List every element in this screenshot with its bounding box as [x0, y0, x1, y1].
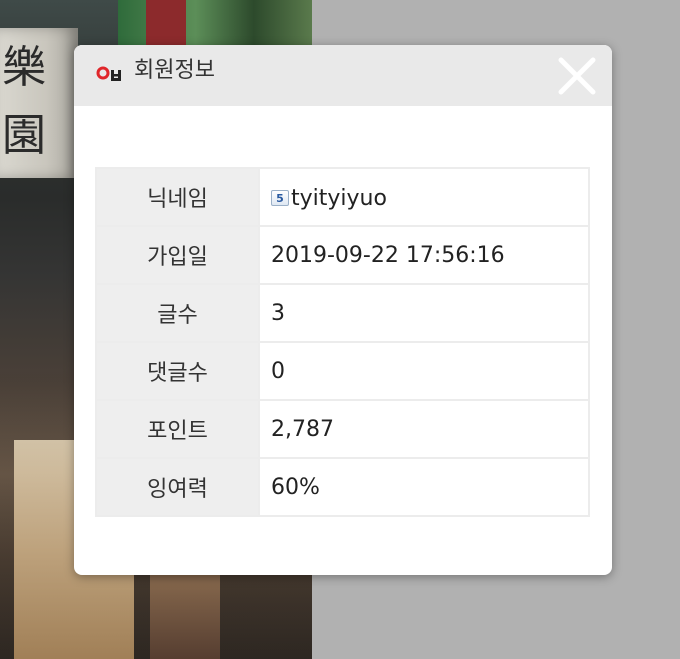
row-points: 포인트 2,787	[95, 399, 590, 459]
sign-glyph-2: 園	[2, 110, 46, 161]
join-date-value: 2019-09-22 17:56:16	[258, 225, 590, 285]
nickname-wrap[interactable]: 5 tyityiyuo	[271, 186, 387, 211]
join-date-label: 가입일	[95, 225, 260, 285]
row-post-count: 글수 3	[95, 283, 590, 343]
sign-glyph-1: 樂	[2, 42, 46, 93]
nickname-value[interactable]: tyityiyuo	[291, 186, 387, 211]
row-join-date: 가입일 2019-09-22 17:56:16	[95, 225, 590, 285]
row-nickname: 닉네임 5 tyityiyuo	[95, 167, 590, 227]
post-count-value: 3	[258, 283, 590, 343]
row-comment-count: 댓글수 0	[95, 341, 590, 401]
post-count-label: 글수	[95, 283, 260, 343]
site-logo-icon	[96, 66, 121, 81]
row-surplus: 잉여력 60%	[95, 457, 590, 517]
member-info-table: 닉네임 5 tyityiyuo 가입일 2019-09-22 17:56:16 …	[95, 167, 590, 517]
comment-count-value: 0	[258, 341, 590, 401]
close-icon[interactable]	[556, 55, 598, 97]
member-info-modal: 회원정보 닉네임 5 tyityiyuo 가입일 2019-09-22 17:5…	[74, 45, 612, 575]
nickname-value-cell: 5 tyityiyuo	[258, 167, 590, 227]
surplus-label: 잉여력	[95, 457, 260, 517]
modal-title: 회원정보	[134, 58, 215, 83]
background-red-sign	[146, 0, 186, 46]
nickname-label: 닉네임	[95, 167, 260, 227]
points-label: 포인트	[95, 399, 260, 459]
comment-count-label: 댓글수	[95, 341, 260, 401]
modal-header: 회원정보	[74, 45, 612, 106]
level-badge-icon: 5	[271, 190, 289, 207]
points-value: 2,787	[258, 399, 590, 459]
surplus-value: 60%	[258, 457, 590, 517]
background-shop-sign: 樂 園	[0, 28, 78, 178]
